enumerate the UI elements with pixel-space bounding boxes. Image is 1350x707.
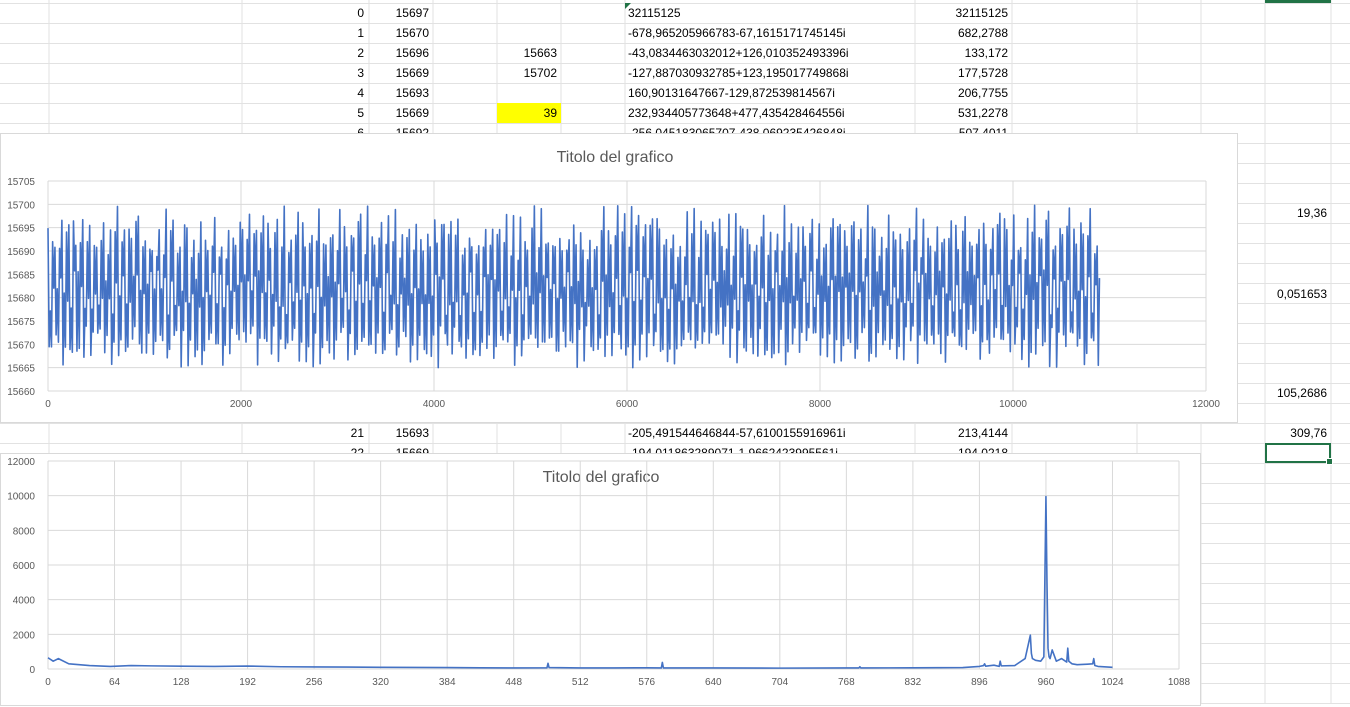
x-tick-label: 512 [572, 677, 589, 688]
cell-abs-21[interactable]: 213,4144 [920, 423, 1012, 443]
cell-value-21[interactable]: 15693 [369, 423, 433, 443]
chart-title: Titolo del grafico [543, 469, 660, 486]
cell-value-0[interactable]: 15697 [369, 3, 433, 23]
y-tick-label: 15670 [7, 340, 35, 351]
selected-column-marker [1265, 0, 1331, 3]
cell-complex-1[interactable]: -678,965205966783-67,1615171745145i [625, 23, 925, 43]
chart-title: Titolo del grafico [557, 149, 674, 166]
cell-abs-0[interactable]: 32115125 [920, 3, 1012, 23]
cell-complex-5[interactable]: 232,934405773648+477,435428464556i [625, 103, 925, 123]
time-series-chart-svg: Titolo del grafico 15660 15665 15670 15675 1… [7, 149, 1220, 410]
time-series-chart[interactable]: Titolo del grafico 15660 15665 15670 15675 1… [0, 133, 1238, 423]
y-tick-label: 8000 [13, 526, 36, 537]
x-tick-label: 576 [638, 677, 655, 688]
cell-value-1[interactable]: 15670 [369, 23, 433, 43]
cell-extra-5[interactable]: 39 [497, 103, 561, 123]
y-tick-label: 15695 [7, 224, 35, 235]
cell-complex-21[interactable]: -205,491544646844-57,6100155916961i [625, 423, 925, 443]
cell-abs-2[interactable]: 133,172 [920, 43, 1012, 63]
cell-index-5[interactable]: 5 [300, 103, 368, 123]
x-tick-label: 12000 [1192, 399, 1220, 410]
cell-complex-3[interactable]: -127,887030932785+123,195017749868i [625, 63, 925, 83]
cell-value-2[interactable]: 15696 [369, 43, 433, 63]
y-tick-label: 15690 [7, 247, 35, 258]
cell-complex-4[interactable]: 160,90131647667-129,872539814567i [625, 83, 925, 103]
cell-complex-2[interactable]: -43,0834463032012+126,010352493396i [625, 43, 925, 63]
x-tick-label: 2000 [230, 399, 253, 410]
cell-side-3[interactable]: 105,2686 [1265, 383, 1331, 403]
y-tick-label: 2000 [13, 630, 36, 641]
spectrum-chart-svg: Titolo del grafico 0 2000 4000 6000 8000 1000… [7, 457, 1191, 688]
cell-abs-5[interactable]: 531,2278 [920, 103, 1012, 123]
cell-abs-3[interactable]: 177,5728 [920, 63, 1012, 83]
y-tick-label: 6000 [13, 561, 36, 572]
x-tick-label: 960 [1038, 677, 1055, 688]
cell-abs-4[interactable]: 206,7755 [920, 83, 1012, 103]
x-tick-label: 704 [771, 677, 788, 688]
x-tick-label: 1088 [1168, 677, 1191, 688]
x-tick-label: 1024 [1101, 677, 1124, 688]
cell-index-3[interactable]: 3 [300, 63, 368, 83]
data-series-line [47, 204, 1101, 369]
x-tick-label: 4000 [423, 399, 446, 410]
x-tick-label: 832 [905, 677, 922, 688]
cell-side-2[interactable]: 0,051653 [1265, 284, 1331, 304]
x-tick-label: 10000 [999, 399, 1027, 410]
y-tick-label: 0 [29, 665, 35, 676]
y-tick-label: 10000 [7, 492, 35, 503]
x-tick-label: 192 [239, 677, 256, 688]
cell-side-4[interactable]: 309,76 [1265, 423, 1331, 443]
y-tick-label: 15660 [7, 387, 35, 398]
cell-index-2[interactable]: 2 [300, 43, 368, 63]
cell-abs-6[interactable]: 507,4011 [920, 123, 1012, 133]
y-tick-label: 12000 [7, 457, 35, 468]
x-tick-label: 768 [838, 677, 855, 688]
y-tick-label: 15685 [7, 270, 35, 281]
y-tick-label: 15675 [7, 317, 35, 328]
cell-extra-3[interactable]: 15702 [497, 63, 561, 83]
cell-index-6[interactable]: 6 [300, 123, 368, 133]
cell-value-5[interactable]: 15669 [369, 103, 433, 123]
cell-value-3[interactable]: 15669 [369, 63, 433, 83]
cell-side-1[interactable]: 19,36 [1265, 203, 1331, 223]
cell-value-4[interactable]: 15693 [369, 83, 433, 103]
x-tick-label: 0 [45, 677, 51, 688]
spectrum-chart[interactable]: Titolo del grafico 0 2000 4000 6000 8000 1000… [0, 453, 1201, 706]
x-tick-label: 640 [705, 677, 722, 688]
x-tick-label: 320 [372, 677, 389, 688]
x-tick-label: 0 [45, 399, 51, 410]
cell-abs-1[interactable]: 682,2788 [920, 23, 1012, 43]
active-cell-selection[interactable] [1265, 443, 1333, 465]
x-tick-label: 896 [971, 677, 988, 688]
y-tick-label: 4000 [13, 596, 36, 607]
x-tick-label: 384 [439, 677, 456, 688]
cell-extra-2[interactable]: 15663 [497, 43, 561, 63]
cell-complex-6[interactable]: -256,045183065707-438,069235426848i [625, 123, 925, 133]
y-tick-label: 15700 [7, 200, 35, 211]
cell-index-21[interactable]: 21 [300, 423, 368, 443]
x-tick-label: 64 [109, 677, 121, 688]
x-tick-label: 8000 [809, 399, 832, 410]
cell-index-1[interactable]: 1 [300, 23, 368, 43]
y-tick-label: 15665 [7, 364, 35, 375]
x-tick-label: 256 [306, 677, 323, 688]
fill-handle[interactable] [1326, 458, 1333, 465]
y-tick-label: 15705 [7, 177, 35, 188]
cell-complex-0[interactable]: 32115125 [625, 3, 925, 23]
x-tick-label: 6000 [616, 399, 639, 410]
cell-value-6[interactable]: 15692 [369, 123, 433, 133]
y-tick-label: 15680 [7, 294, 35, 305]
cell-index-4[interactable]: 4 [300, 83, 368, 103]
cell-index-0[interactable]: 0 [300, 3, 368, 23]
x-tick-label: 128 [173, 677, 190, 688]
x-tick-label: 448 [505, 677, 522, 688]
